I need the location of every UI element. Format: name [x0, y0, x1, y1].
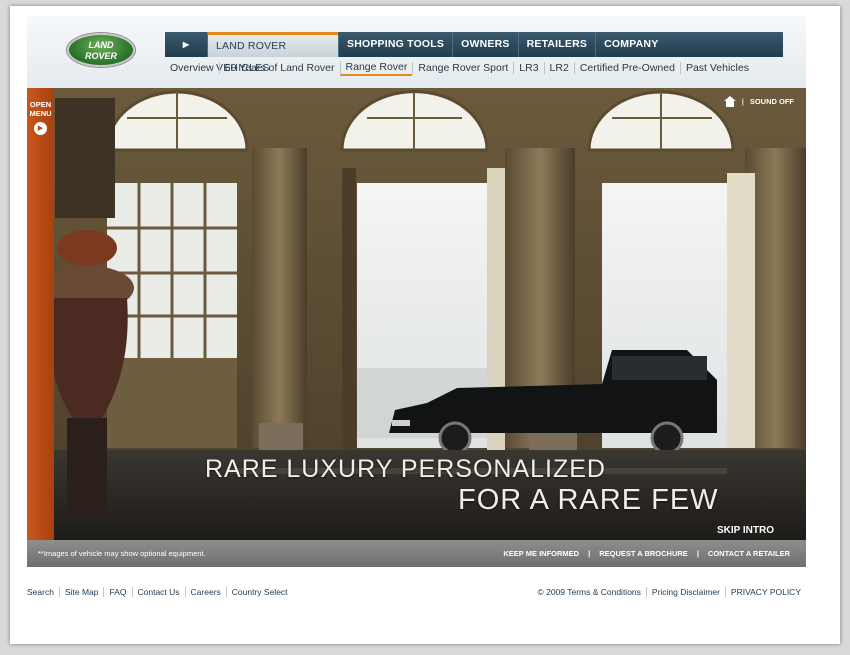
subnav-range-rover-sport[interactable]: Range Rover Sport [412, 62, 513, 74]
strip-separator: | [696, 549, 699, 558]
open-menu-line2: MENU [29, 109, 52, 118]
play-arrow-icon[interactable]: ▶ [34, 122, 47, 135]
hero-top-controls: | SOUND OFF [723, 96, 794, 107]
hero-tagline-line2: FOR A RARE FEW [458, 484, 719, 516]
nav-item-owners[interactable]: OWNERS [452, 32, 517, 57]
subnav-overview[interactable]: Overview [165, 62, 219, 74]
nav-item-retailers[interactable]: RETAILERS [517, 32, 596, 57]
nav-item-company[interactable]: COMPANY [595, 32, 666, 57]
home-icon[interactable] [723, 96, 736, 107]
footer-link-faq[interactable]: FAQ [103, 587, 131, 597]
footer-right-links: © 2009 Terms & Conditions Pricing Discla… [532, 587, 806, 597]
equipment-disclaimer: **Images of vehicle may show optional eq… [38, 549, 206, 558]
separator: | [741, 97, 744, 106]
footer-link-contact-us[interactable]: Contact Us [131, 587, 185, 597]
subnav-certified-pre-owned[interactable]: Certified Pre-Owned [573, 62, 680, 74]
arch-windows [105, 90, 735, 152]
subnav-lr3[interactable]: LR3 [513, 62, 543, 74]
hero-footer-strip: **Images of vehicle may show optional eq… [27, 540, 806, 567]
footer-left-links: Search Site Map FAQ Contact Us Careers C… [27, 587, 293, 597]
subnav-lr2[interactable]: LR2 [543, 62, 574, 74]
footer-link-terms[interactable]: © 2009 Terms & Conditions [532, 587, 645, 597]
nav-arrow-icon[interactable]: ▶ [165, 32, 207, 57]
request-brochure-link[interactable]: REQUEST A BROCHURE [599, 549, 688, 558]
open-menu-line1: OPEN [29, 100, 52, 109]
nav-item-land-rover-vehicles[interactable]: LAND ROVER VEHICLES [207, 32, 338, 74]
footer-link-pricing-disclaimer[interactable]: Pricing Disclaimer [645, 587, 725, 597]
footer-link-country-select[interactable]: Country Select [225, 587, 293, 597]
skip-intro-button[interactable]: SKIP INTRO [717, 525, 774, 536]
main-nav: ▶ LAND ROVER VEHICLES SHOPPING TOOLS OWN… [165, 32, 783, 74]
nav-item-shopping-tools[interactable]: SHOPPING TOOLS [338, 32, 452, 57]
footer-link-site-map[interactable]: Site Map [58, 587, 104, 597]
site-header: LAND ROVER ▶ LAND ROVER VEHICLES SHOPPIN… [27, 16, 806, 88]
subnav-range-rover[interactable]: Range Rover [339, 60, 413, 76]
logo-text-land: LAND [88, 40, 114, 50]
footer-link-search[interactable]: Search [27, 587, 59, 597]
open-menu-tab[interactable]: OPEN MENU ▶ [27, 88, 54, 540]
sound-off-button[interactable]: SOUND OFF [750, 97, 794, 106]
strip-links: KEEP ME INFORMED | REQUEST A BROCHURE | … [503, 549, 790, 558]
subnav-60-years[interactable]: 60 Years of Land Rover [218, 62, 340, 74]
hero-intro[interactable]: OPEN MENU ▶ | SOUND OFF RARE LUXURY PERS… [27, 88, 806, 540]
site-footer: Search Site Map FAQ Contact Us Careers C… [27, 585, 806, 599]
subnav-past-vehicles[interactable]: Past Vehicles [679, 62, 754, 74]
land-rover-logo[interactable]: LAND ROVER [67, 33, 135, 67]
contact-retailer-link[interactable]: CONTACT A RETAILER [708, 549, 790, 558]
sub-nav: Overview 60 Years of Land Rover Range Ro… [165, 59, 783, 77]
keep-me-informed-link[interactable]: KEEP ME INFORMED [503, 549, 579, 558]
footer-link-privacy-policy[interactable]: PRIVACY POLICY [724, 587, 806, 597]
footer-link-careers[interactable]: Careers [184, 587, 226, 597]
strip-separator: | [588, 549, 591, 558]
open-menu-label: OPEN MENU [27, 100, 54, 118]
hero-tagline-line1: RARE LUXURY PERSONALIZED [205, 455, 606, 483]
logo-text-rover: ROVER [84, 51, 117, 61]
